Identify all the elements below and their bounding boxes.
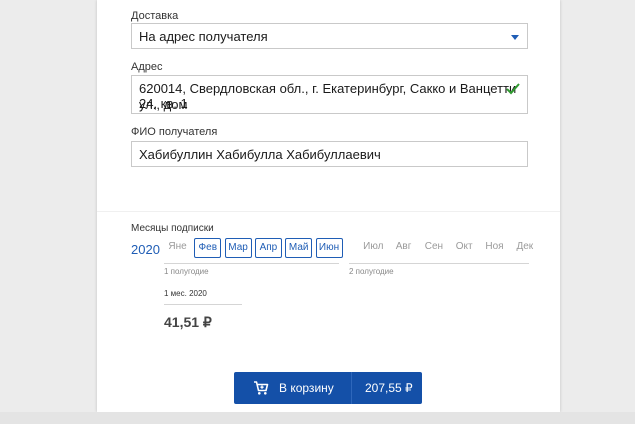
page-bottom-strip	[0, 412, 635, 424]
recipient-name-value: Хабибуллин Хабибулла Хабибуллаевич	[139, 147, 381, 162]
month-11[interactable]: Дек	[511, 238, 538, 258]
order-form-card: Доставка На адрес получателя Адрес 62001…	[97, 0, 560, 412]
address-field[interactable]: 620014, Свердловская обл., г. Екатеринбу…	[131, 75, 528, 114]
half-year-2-line	[349, 263, 529, 264]
subscription-year: 2020	[131, 242, 160, 257]
month-4[interactable]: Май	[285, 238, 313, 258]
period-price: 41,51 ₽	[164, 314, 212, 330]
month-6[interactable]: Июл	[360, 238, 387, 258]
month-2[interactable]: Мар	[224, 238, 252, 258]
half-year-1-label: 1 полугодие	[164, 267, 209, 276]
half-year-1-line	[164, 263, 339, 264]
address-label: Адрес	[131, 61, 163, 73]
address-line-1: 620014, Свердловская обл., г. Екатеринбу…	[139, 81, 517, 112]
month-8[interactable]: Сен	[420, 238, 447, 258]
section-divider	[97, 211, 560, 212]
add-to-cart-button[interactable]: В корзину 207,55 ₽	[234, 372, 422, 404]
address-line-2: 24, кв. 1	[139, 96, 188, 111]
add-to-cart-label: В корзину	[279, 381, 334, 395]
month-9[interactable]: Окт	[451, 238, 478, 258]
delivery-label: Доставка	[131, 10, 179, 22]
cart-icon	[254, 381, 269, 395]
half-year-2-label: 2 полугодие	[349, 267, 394, 276]
month-3[interactable]: Апр	[254, 238, 282, 258]
check-icon	[506, 83, 520, 95]
month-10[interactable]: Ноя	[481, 238, 508, 258]
period-underline	[164, 304, 242, 305]
recipient-name-field[interactable]: Хабибуллин Хабибулла Хабибуллаевич	[131, 141, 528, 167]
delivery-select-value: На адрес получателя	[139, 29, 268, 44]
subscription-months-label: Месяцы подписки	[131, 223, 214, 234]
month-0[interactable]: Яне	[164, 238, 191, 258]
period-label: 1 мес. 2020	[164, 289, 207, 298]
month-5[interactable]: Июн	[315, 238, 343, 258]
button-separator	[351, 372, 352, 404]
recipient-label: ФИО получателя	[131, 126, 218, 138]
month-1[interactable]: Фев	[194, 238, 222, 258]
delivery-select[interactable]: На адрес получателя	[131, 23, 528, 49]
chevron-down-icon	[511, 35, 519, 40]
month-7[interactable]: Авг	[390, 238, 417, 258]
cart-total: 207,55 ₽	[365, 381, 413, 395]
